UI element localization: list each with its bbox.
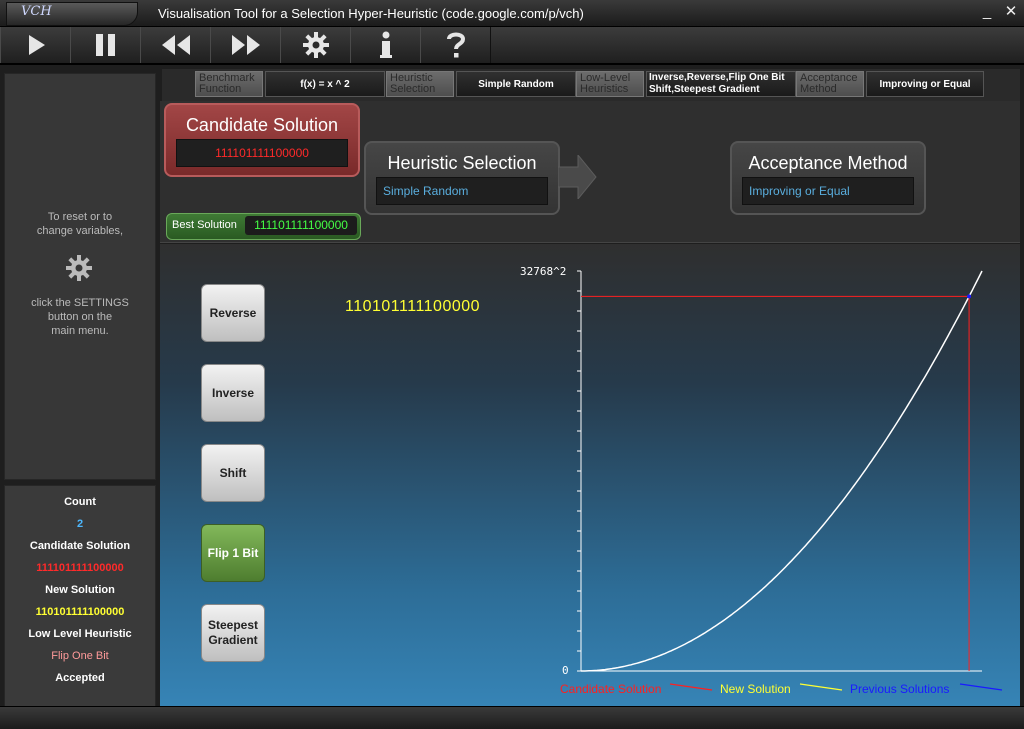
heuristic-selection-label: Heuristic Selection [386, 71, 454, 97]
candidate-point [967, 294, 972, 299]
hint-line: button on the [47, 311, 113, 323]
gear-icon [65, 254, 93, 287]
hint-panel: To reset or to change variables, click t… [4, 73, 156, 480]
fast-forward-icon [231, 35, 260, 55]
llh-value: Flip One Bit [51, 650, 109, 662]
candidate-solution-title: Candidate Solution [185, 115, 339, 135]
objective-chart: 32768^2 0 [520, 265, 983, 677]
play-icon [28, 35, 45, 55]
candidate-solution-value: 111101111100000 [176, 139, 348, 167]
play-button[interactable] [0, 27, 71, 63]
pause-button[interactable] [70, 27, 141, 63]
acceptance-method-label: Acceptance Method [796, 71, 864, 97]
rewind-icon [161, 35, 190, 55]
settings-button[interactable] [280, 27, 351, 63]
heuristic-selection-value: Simple Random [376, 177, 548, 205]
new-solution-label: New Solution [45, 584, 115, 596]
hint-line: click the SETTINGS [31, 297, 129, 309]
benchmark-value: f(x) = x ^ 2 [265, 71, 385, 97]
acceptance-method-box: Acceptance Method Improving or Equal [730, 141, 926, 215]
hint-line: To reset or to [47, 211, 113, 223]
title-bar: VCH Visualisation Tool for a Selection H… [0, 0, 1024, 27]
app-logo: VCH [6, 2, 138, 26]
legend-previous-solutions: Previous Solutions [850, 682, 950, 696]
llh-label: Low Level Heuristic [28, 628, 132, 640]
stats-panel: Count 2 Candidate Solution 1111011111000… [4, 485, 156, 707]
acceptance-method-value: Improving or Equal [742, 177, 914, 205]
flow-arrow-icon [558, 155, 597, 199]
info-icon [379, 31, 392, 58]
new-solution-value: 110101111100000 [35, 606, 125, 618]
logo-text: VCH [21, 4, 52, 19]
best-solution-label: Best Solution [172, 219, 237, 231]
visualisation-area: Reverse Inverse Shift Flip 1 Bit Steepes… [160, 244, 1020, 706]
help-icon [446, 32, 465, 58]
status-text: Accepted [55, 672, 105, 684]
settings-summary-bar: Benchmark Function f(x) = x ^ 2 Heuristi… [162, 69, 1020, 101]
window-title: Visualisation Tool for a Selection Hyper… [158, 6, 584, 21]
gear-icon [302, 32, 329, 58]
main-toolbar [0, 27, 1024, 65]
heuristic-selection-box: Heuristic Selection Simple Random [364, 141, 560, 215]
low-level-heuristics-label: Low-Level Heuristics [576, 71, 644, 97]
status-bar [0, 706, 1024, 729]
legend-new-solution: New Solution [720, 682, 791, 696]
benchmark-label: Benchmark Function [195, 71, 263, 97]
close-button[interactable]: ✕ [1001, 2, 1021, 22]
low-level-heuristics-line: Shift,Steepest Gradient [649, 84, 760, 95]
low-level-heuristics-line: Inverse,Reverse,Flip One Bit [649, 72, 785, 83]
heuristic-selection-title: Heuristic Selection [387, 153, 537, 173]
heuristic-selection-value: Simple Random [456, 71, 576, 97]
fast-forward-button[interactable] [210, 27, 281, 63]
best-solution-box: Best Solution 111101111100000 [166, 213, 361, 240]
hint-line: change variables, [36, 225, 124, 237]
help-button[interactable] [420, 27, 491, 63]
candidate-value: 111101111100000 [36, 562, 124, 574]
objective-curve [581, 270, 983, 672]
hint-line: main menu. [51, 325, 109, 337]
count-value: 2 [76, 518, 84, 530]
best-solution-value: 111101111100000 [245, 216, 357, 235]
y-axis-min-label: 0 [562, 664, 569, 677]
y-axis-max-label: 32768^2 [520, 265, 566, 278]
rewind-button[interactable] [140, 27, 211, 63]
candidate-label: Candidate Solution [29, 540, 131, 552]
acceptance-method-value: Improving or Equal [866, 71, 984, 97]
low-level-heuristics-value: Inverse,Reverse,Flip One Bit Shift,Steep… [646, 71, 796, 97]
count-label: Count [64, 496, 96, 508]
acceptance-method-title: Acceptance Method [748, 153, 908, 173]
candidate-solution-box: Candidate Solution 111101111100000 [164, 103, 360, 177]
info-button[interactable] [350, 27, 421, 63]
legend-candidate: Candidate Solution [560, 682, 662, 696]
minimize-button[interactable]: _ [977, 2, 997, 22]
pause-icon [95, 34, 115, 56]
